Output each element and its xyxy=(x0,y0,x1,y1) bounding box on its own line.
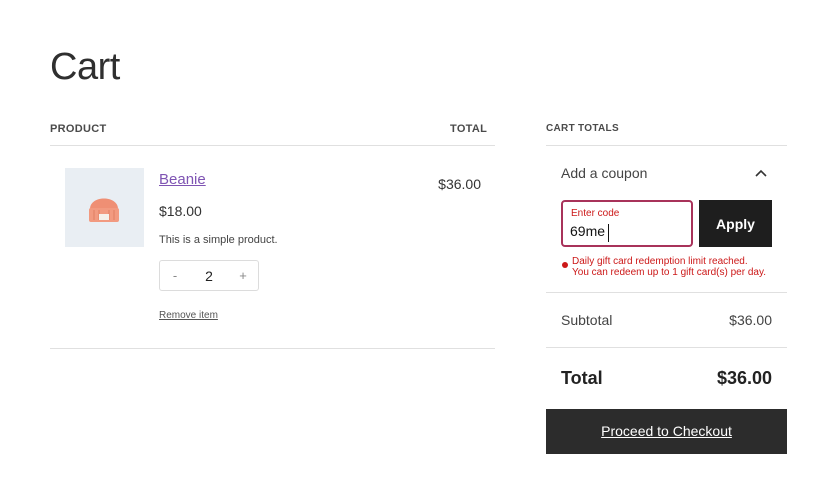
page-title: Cart xyxy=(50,46,120,88)
coupon-code-field[interactable]: Enter code xyxy=(561,200,693,247)
product-thumbnail[interactable] xyxy=(65,168,144,247)
subtotal-value: $36.00 xyxy=(729,312,772,328)
add-coupon-label: Add a coupon xyxy=(561,165,648,181)
cart-totals-heading: CART TOTALS xyxy=(546,123,619,134)
coupon-error-line-1: Daily gift card redemption limit reached… xyxy=(572,256,748,267)
product-description: This is a simple product. xyxy=(159,234,278,246)
total-label: Total xyxy=(561,368,603,388)
quantity-decrease-button[interactable]: - xyxy=(160,268,190,283)
error-icon xyxy=(562,262,568,268)
remove-item-link[interactable]: Remove item xyxy=(159,310,218,321)
total-value: $36.00 xyxy=(716,368,772,388)
text-caret xyxy=(608,224,609,242)
product-name-link[interactable]: Beanie xyxy=(159,171,206,188)
column-header-product: PRODUCT xyxy=(50,123,107,135)
table-divider-bottom xyxy=(50,348,495,349)
subtotal-label: Subtotal xyxy=(561,312,613,328)
product-price: $18.00 xyxy=(159,203,202,219)
table-divider-top xyxy=(50,145,495,146)
quantity-input[interactable]: 2 xyxy=(190,268,228,284)
chevron-up-icon xyxy=(755,169,767,177)
coupon-error-line-2: You can redeem up to 1 gift card(s) per … xyxy=(572,267,766,278)
coupon-code-label: Enter code xyxy=(571,208,620,219)
quantity-increase-button[interactable]: + xyxy=(228,268,258,283)
beanie-hat-icon xyxy=(89,198,119,222)
column-header-total: TOTAL xyxy=(450,123,488,135)
line-total: $36.00 xyxy=(438,176,481,192)
apply-coupon-button[interactable]: Apply xyxy=(699,200,772,247)
totals-divider-middle xyxy=(546,292,787,293)
quantity-stepper: - 2 + xyxy=(159,260,259,291)
coupon-error-message: Daily gift card redemption limit reached… xyxy=(572,256,766,278)
coupon-code-input[interactable] xyxy=(570,223,685,239)
totals-divider-bottom xyxy=(546,347,787,348)
proceed-to-checkout-button[interactable]: Proceed to Checkout xyxy=(546,409,787,454)
add-coupon-toggle[interactable]: Add a coupon xyxy=(546,146,787,198)
